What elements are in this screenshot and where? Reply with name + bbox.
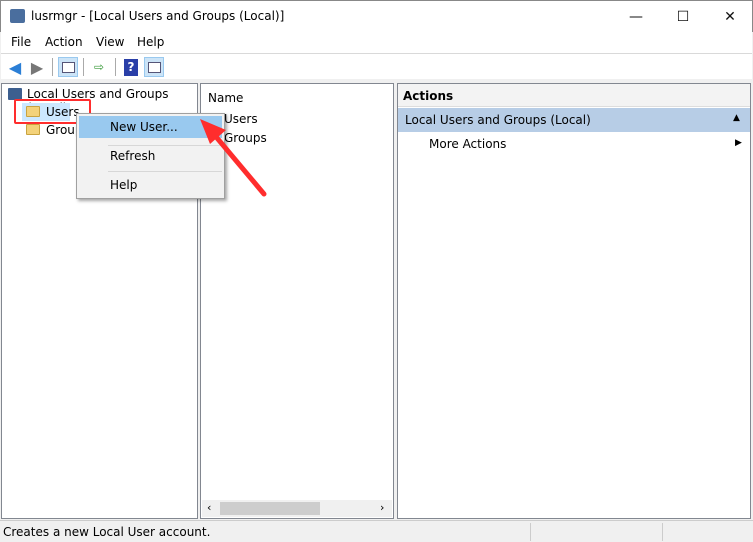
show-hide-console-tree-icon[interactable] xyxy=(58,57,78,77)
toolbar-separator xyxy=(115,58,116,76)
scroll-left-icon[interactable]: ‹ xyxy=(207,501,211,514)
scrollbar-thumb[interactable] xyxy=(220,502,320,515)
collapse-arrow-icon[interactable]: ▲ xyxy=(733,113,740,123)
toolbar-separator xyxy=(52,58,53,76)
menu-help[interactable]: Help xyxy=(137,35,164,49)
menu-bar: File Action View Help xyxy=(1,32,752,53)
status-bar: Creates a new Local User account. xyxy=(0,520,753,542)
export-list-icon[interactable]: ⇨ xyxy=(89,57,109,77)
annotation-arrow xyxy=(200,119,267,197)
horizontal-scrollbar[interactable]: ‹ › xyxy=(202,500,392,517)
menu-action[interactable]: Action xyxy=(45,35,83,49)
actions-section[interactable]: Local Users and Groups (Local) ▲ xyxy=(398,108,750,132)
help-icon[interactable]: ? xyxy=(121,57,141,77)
menu-view[interactable]: View xyxy=(96,35,124,49)
actions-pane: Actions Local Users and Groups (Local) ▲… xyxy=(397,83,751,519)
toolbar: ◀ ▶ ⇨ ? xyxy=(1,53,752,79)
minimize-button[interactable]: — xyxy=(613,1,659,32)
close-button[interactable]: ✕ xyxy=(707,1,753,32)
window-title: lusrmgr - [Local Users and Groups (Local… xyxy=(31,9,285,23)
actions-section-label: Local Users and Groups (Local) xyxy=(405,113,591,127)
status-divider xyxy=(530,523,531,541)
title-bar: lusrmgr - [Local Users and Groups (Local… xyxy=(0,0,753,32)
actions-title: Actions xyxy=(403,89,454,103)
show-hide-action-pane-icon[interactable] xyxy=(144,57,164,77)
folder-icon xyxy=(26,124,40,135)
toolbar-separator xyxy=(83,58,84,76)
status-text: Creates a new Local User account. xyxy=(3,525,211,539)
status-divider xyxy=(662,523,663,541)
more-actions[interactable]: More Actions xyxy=(429,137,506,151)
back-arrow-icon[interactable]: ◀ xyxy=(5,57,25,77)
maximize-button[interactable]: ☐ xyxy=(660,1,706,32)
column-header-name[interactable]: Name xyxy=(208,91,243,105)
submenu-arrow-icon: ▶ xyxy=(735,138,742,148)
actions-header: Actions xyxy=(398,84,750,107)
menu-file[interactable]: File xyxy=(11,35,31,49)
app-icon xyxy=(10,9,25,23)
scroll-right-icon[interactable]: › xyxy=(380,501,384,514)
forward-arrow-icon[interactable]: ▶ xyxy=(27,57,47,77)
